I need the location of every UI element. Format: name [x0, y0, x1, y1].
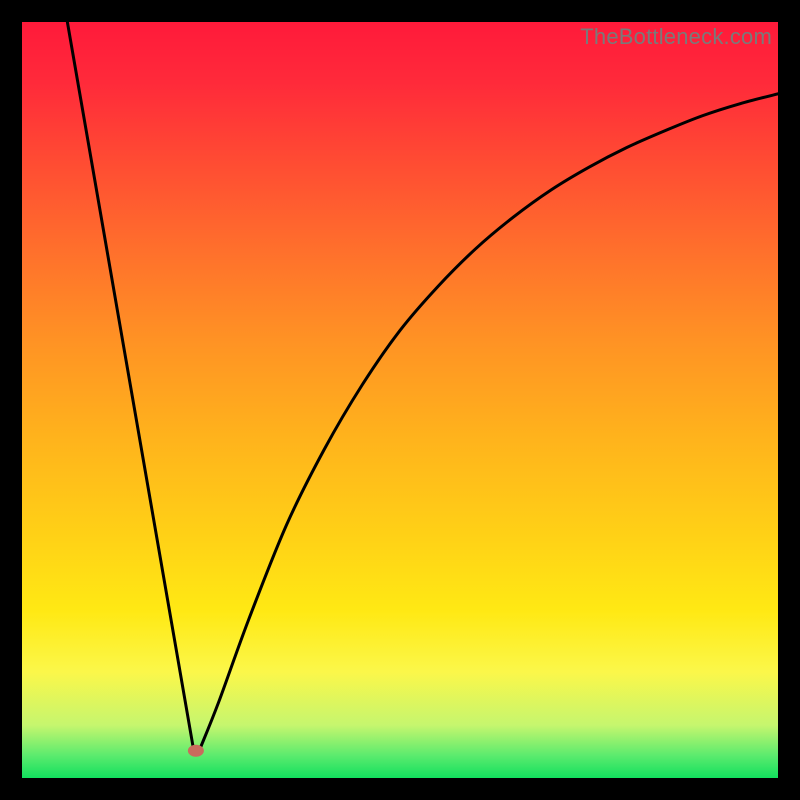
chart-svg — [22, 22, 778, 778]
watermark-text: TheBottleneck.com — [580, 24, 772, 50]
minimum-marker — [188, 745, 204, 757]
chart-frame: TheBottleneck.com — [22, 22, 778, 778]
gradient-background — [22, 22, 778, 778]
